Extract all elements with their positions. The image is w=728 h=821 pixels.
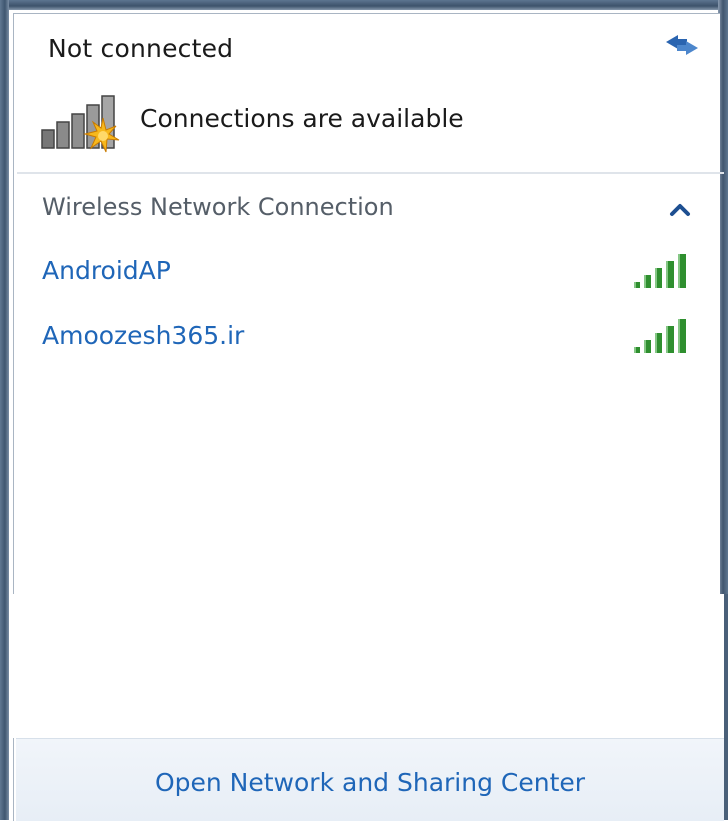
wifi-signal-icon bbox=[634, 319, 686, 353]
network-status-icon bbox=[41, 95, 120, 153]
header-divider bbox=[17, 172, 724, 174]
network-list-item-amoozesh365[interactable]: Amoozesh365.ir bbox=[30, 311, 710, 363]
wifi-signal-icon bbox=[634, 254, 686, 288]
refresh-icon[interactable] bbox=[662, 30, 702, 60]
window-border-top bbox=[0, 0, 728, 10]
window-border-right-lower bbox=[724, 594, 728, 820]
wireless-section-title: Wireless Network Connection bbox=[42, 193, 394, 221]
network-name[interactable]: Amoozesh365.ir bbox=[42, 321, 244, 350]
flyout-footer: Open Network and Sharing Center bbox=[16, 738, 724, 821]
connection-status-title: Not connected bbox=[48, 34, 234, 63]
network-flyout: Not connected Connections are available … bbox=[0, 0, 728, 821]
chevron-up-icon[interactable] bbox=[668, 200, 692, 218]
network-list-item-androidap[interactable]: AndroidAP bbox=[30, 246, 710, 298]
window-border-left bbox=[0, 0, 9, 820]
open-network-sharing-center-link[interactable]: Open Network and Sharing Center bbox=[16, 768, 724, 797]
network-name[interactable]: AndroidAP bbox=[42, 256, 171, 285]
connections-available-text: Connections are available bbox=[140, 104, 464, 133]
flyout-panel-lower bbox=[13, 594, 724, 738]
